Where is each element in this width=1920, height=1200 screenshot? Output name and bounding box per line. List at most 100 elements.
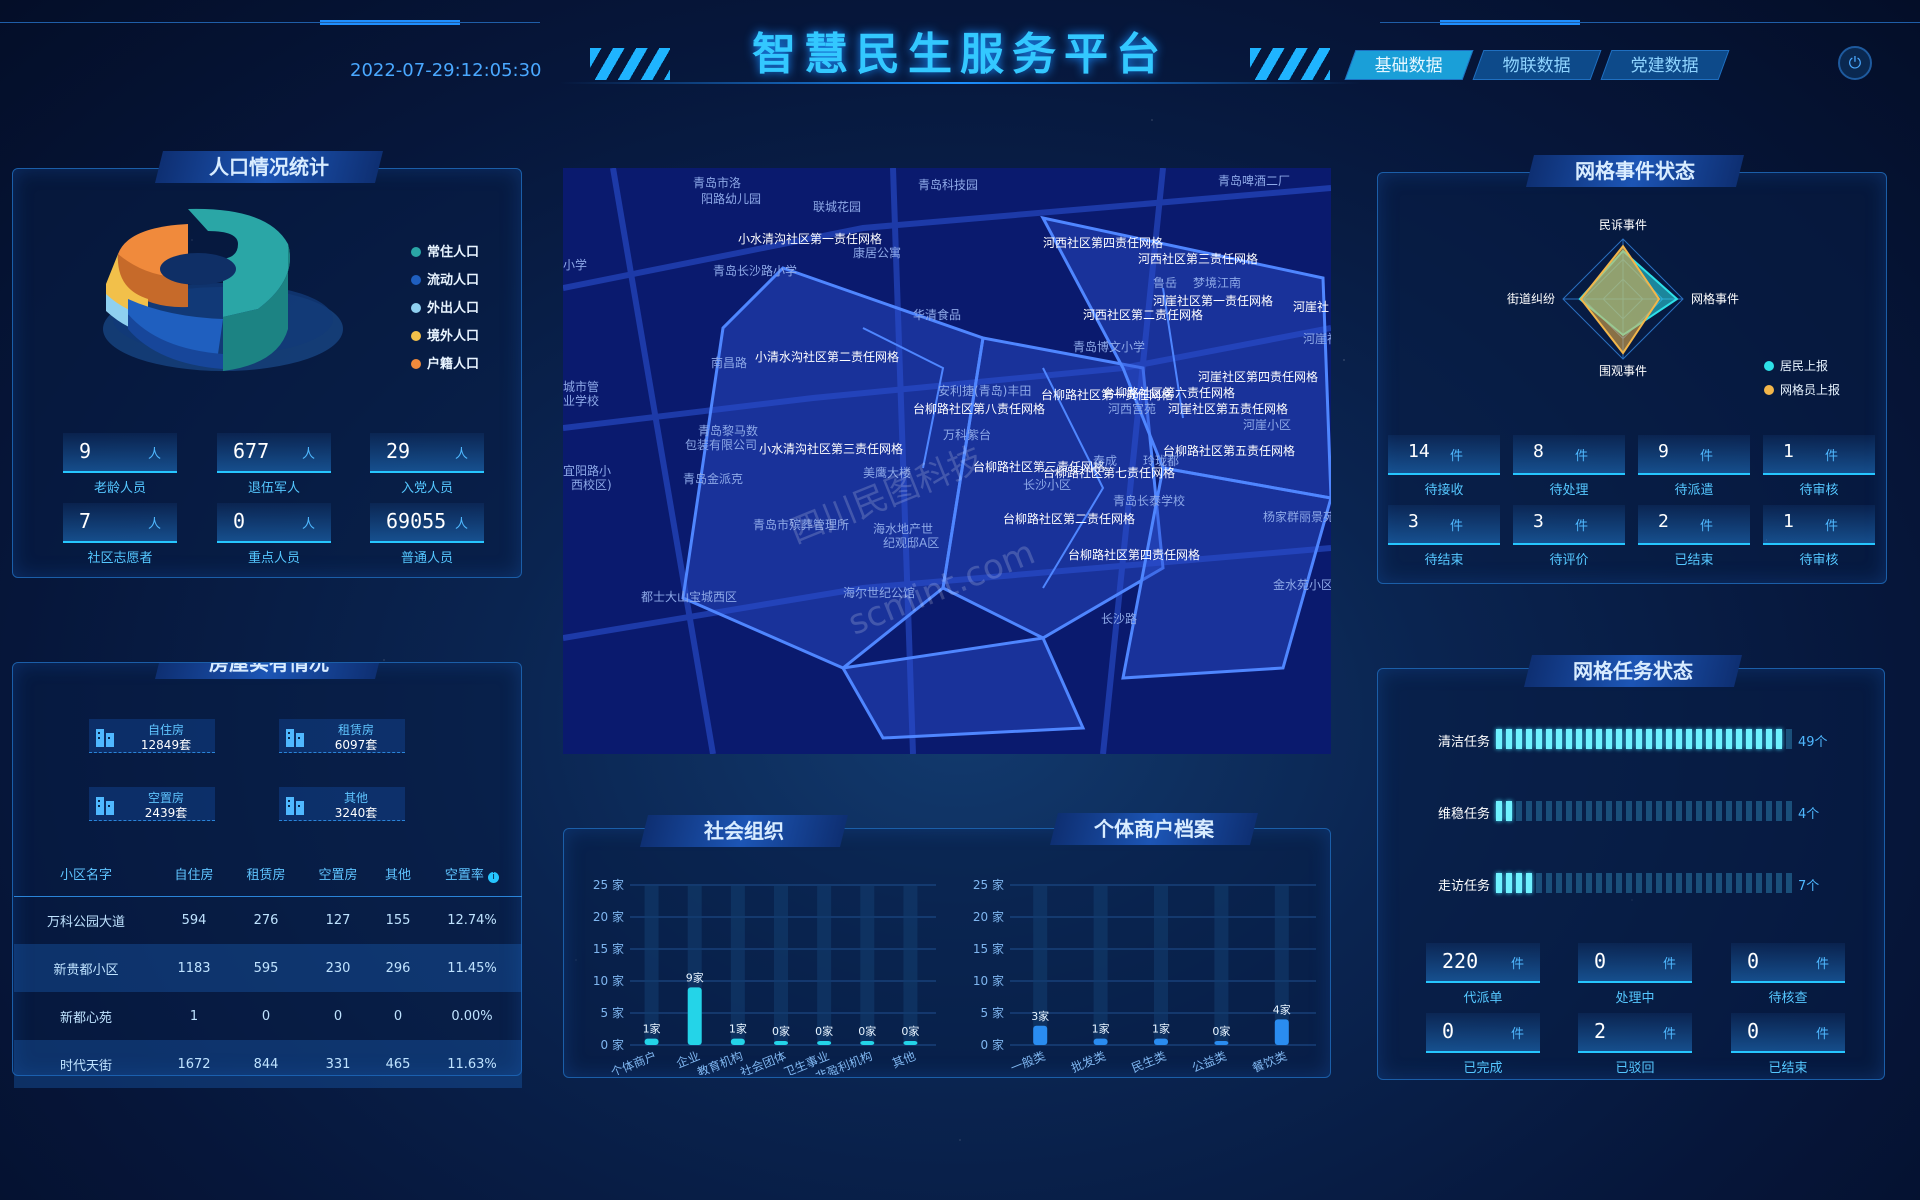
radar-series-area[interactable] [1579,244,1661,355]
stat-party-members[interactable]: 29 人 [370,433,484,473]
event-stat-box[interactable]: 14 件 [1388,435,1500,475]
event-stat-box[interactable]: 1件 [1763,505,1875,545]
header-right-line [1380,22,1920,23]
stat-unit: 件 [1815,957,1829,972]
house-card-vacant[interactable]: 空置房 2439套 [89,787,215,821]
progress-segment [1666,873,1672,893]
progress-segment [1586,873,1592,893]
progress-segment [1536,729,1542,749]
event-stat-label: 待评价 [1549,553,1589,568]
bar[interactable] [644,1038,659,1045]
progress-segment [1506,873,1512,893]
stat-veterans[interactable]: 677 人 [217,433,331,473]
progress-segment [1676,801,1682,821]
progress-segment [1576,873,1582,893]
task-stat-box[interactable]: 0件 [1578,943,1692,983]
legend-item-outgoing: 外出人口 [411,297,479,316]
grid-events-title: 网格事件状态 [1526,155,1744,187]
task-stat-label: 待核查 [1768,991,1808,1006]
grid-map[interactable]: 青岛市洛 阳路幼儿园 青岛科技园 青岛啤酒二厂 联城花园 小水清沟社区第一责任网格 康居公寓… [563,168,1331,754]
bar[interactable] [774,1041,788,1045]
map-grid-label[interactable]: 台柳路社区第四责任网格 [1068,546,1200,563]
stat-key-persons[interactable]: 0人 [217,503,331,543]
map-grid-label[interactable]: 河西社区第二责任网格 [1083,306,1203,323]
progress-segment [1556,873,1562,893]
y-tick-label: 25 家 [973,877,1004,892]
map-grid-label[interactable]: 台柳路社区第二责任网格 [1003,510,1135,527]
event-stat-box[interactable]: 1件 [1763,435,1875,475]
event-stat-box[interactable]: 8件 [1513,435,1625,475]
house-card-other[interactable]: 其他 3240套 [279,787,405,821]
table-row[interactable]: 新贵都小区 1183 595 230 296 11.45% [14,944,522,992]
map-grid-label[interactable]: 河西社区第三责任网格 [1138,250,1258,267]
stat-value: 0 [1747,1019,1760,1043]
radar-legend-resident: 居民上报 [1764,357,1828,374]
bar[interactable] [903,1041,918,1045]
col-header[interactable]: 租赁房 [229,852,302,897]
table-row[interactable]: 时代天街 1672 844 331 465 11.63% [14,1040,522,1088]
bar-value-label: 9家 [686,970,704,984]
map-grid-label[interactable]: 河崖社区第四责任网格 [1198,368,1318,385]
progress-segment [1666,729,1672,749]
stat-unit: 件 [1575,449,1589,464]
map-poi-label: 阳路幼儿园 [701,192,762,206]
map-grid-label[interactable]: 小水清沟社区第三责任网格 [759,440,903,457]
bar[interactable] [860,1041,875,1045]
progress-segment [1526,801,1532,821]
map-grid-label[interactable]: 台柳路社区第八责任网格 [913,400,1045,417]
bar[interactable] [1214,1041,1229,1045]
bar-value-label: 0家 [858,1024,876,1038]
bar[interactable] [1274,1019,1289,1045]
power-button[interactable]: ⏻ [1838,46,1872,80]
task-stat-box[interactable]: 0件 [1426,1013,1540,1053]
bar[interactable] [687,987,702,1045]
power-icon: ⏻ [1848,53,1862,72]
event-stat-box[interactable]: 2件 [1638,505,1750,545]
table-row[interactable]: 万科公园大道 594 276 127 155 12.74% [14,896,522,944]
col-header[interactable]: 小区名字 [14,852,158,897]
bar[interactable] [1033,1025,1048,1045]
house-card-owner[interactable]: 自住房 12849套 [89,719,215,753]
task-stat-box[interactable]: 2件 [1578,1013,1692,1053]
info-icon[interactable]: i [488,872,500,884]
stat-elderly[interactable]: 9人 [63,433,177,473]
building-icon [286,797,304,815]
stat-volunteers[interactable]: 7人 [63,503,177,543]
progress-segment [1526,873,1532,893]
tab-iot-data[interactable]: 物联数据 [1472,50,1602,80]
map-grid-label[interactable]: 河崖社 [1293,298,1329,315]
col-header[interactable]: 空置房 [301,852,374,897]
map-grid-label[interactable]: 小清水沟社区第二责任网格 [755,348,899,365]
bar[interactable] [730,1038,745,1045]
map-grid-label[interactable]: 河崖社区第五责任网格 [1168,400,1288,417]
tab-basic-data[interactable]: 基础数据 [1344,50,1474,80]
progress-segment [1776,873,1782,893]
stat-unit: 件 [1510,957,1524,972]
stat-general-persons[interactable]: 69055 人 [370,503,484,543]
bar[interactable] [1093,1038,1108,1045]
bar-track [644,885,659,1045]
task-stat-box[interactable]: 220 件 [1426,943,1540,983]
progress-segment [1736,873,1742,893]
bar[interactable] [1154,1038,1168,1045]
task-stat-box[interactable]: 0件 [1731,1013,1845,1053]
event-stat-box[interactable]: 9件 [1638,435,1750,475]
progress-segment [1706,801,1712,821]
col-header[interactable]: 自住房 [157,852,230,897]
event-stat-box[interactable]: 3件 [1513,505,1625,545]
map-grid-label[interactable]: 台柳路社区第五责任网格 [1163,442,1295,459]
col-header-vacancy[interactable]: 空置率 i [422,852,522,897]
bar[interactable] [817,1041,832,1045]
col-header[interactable]: 其他 [373,852,422,897]
event-stat-box[interactable]: 3件 [1388,505,1500,545]
map-grid-label[interactable]: 台柳路社区第六责任网格 [1103,384,1235,401]
map-grid-label[interactable]: 河西社区第四责任网格 [1043,234,1163,251]
task-stat-box[interactable]: 0件 [1731,943,1845,983]
merchants-title: 个体商户档案 [1050,813,1258,845]
tab-party-data[interactable]: 党建数据 [1600,50,1730,80]
house-card-rental[interactable]: 租赁房 6097套 [279,719,405,753]
x-tick-label: 其他 [890,1049,918,1071]
table-row[interactable]: 新都心苑 1 0 0 0 0.00% [14,992,522,1040]
stat-unit: 件 [1510,1027,1524,1042]
stat-value: 14 [1408,441,1430,462]
